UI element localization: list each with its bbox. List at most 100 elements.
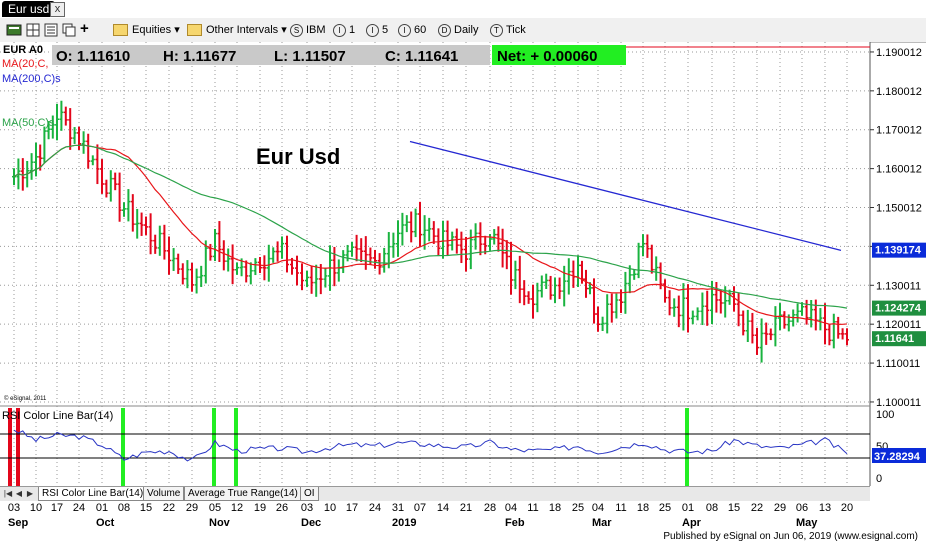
rsi-legend[interactable]: RSI Color Line Bar(14) <box>2 410 113 422</box>
date-tick-label: 26 <box>276 502 288 514</box>
chart-layout-icon[interactable] <box>6 22 25 38</box>
month-label: Dec <box>301 517 321 529</box>
copy-icon[interactable] <box>62 22 79 38</box>
close-icon[interactable]: x <box>50 2 65 17</box>
date-tick-label: 19 <box>254 502 266 514</box>
price-badge-label: 1.124274 <box>875 303 922 315</box>
rsi-oversold-marker <box>234 408 238 486</box>
folder-icon <box>113 24 128 37</box>
date-tick-label: 12 <box>231 502 243 514</box>
interval-button-daily[interactable]: D Daily <box>438 22 478 38</box>
month-label: Sep <box>8 517 28 529</box>
date-tick-label: 06 <box>796 502 808 514</box>
other-intervals-button[interactable]: Other Intervals ▾ <box>187 22 287 38</box>
date-tick-label: 21 <box>460 502 472 514</box>
equities-button[interactable]: Equities ▾ <box>113 22 180 38</box>
interval-button-60[interactable]: I 60 <box>398 22 426 38</box>
price-tick-label: 1.100011 <box>876 397 921 409</box>
prev-tab-icon[interactable]: ◀ <box>14 488 24 499</box>
date-tick-label: 18 <box>637 502 649 514</box>
ma50-legend[interactable]: MA(50,C)s <box>2 117 55 129</box>
interval-label: Daily <box>454 24 479 36</box>
date-tick-label: 03 <box>8 502 20 514</box>
date-tick-label: 05 <box>209 502 221 514</box>
date-tick-label: 29 <box>186 502 198 514</box>
quote-open: O: 1.11610 <box>56 48 130 65</box>
date-tick-label: 11 <box>615 502 626 514</box>
date-tick-label: 24 <box>369 502 381 514</box>
date-tick-label: 17 <box>51 502 63 514</box>
date-tick-label: 20 <box>841 502 853 514</box>
date-tick-label: 04 <box>592 502 604 514</box>
date-tick-label: 15 <box>728 502 740 514</box>
date-tick-label: 14 <box>437 502 449 514</box>
date-tick-label: 04 <box>505 502 517 514</box>
equities-label: Equities <box>132 24 172 36</box>
quote-low: L: 1.11507 <box>274 48 346 65</box>
date-tick-label: 01 <box>682 502 694 514</box>
ma200-legend[interactable]: MA(200,C)s <box>2 73 61 85</box>
chevron-down-icon: ▾ <box>174 24 180 36</box>
interval-key: D <box>438 23 451 37</box>
interval-label: 1 <box>349 24 356 36</box>
interval-label: IBM <box>306 24 326 36</box>
date-tick-label: 08 <box>118 502 130 514</box>
date-tick-label: 29 <box>774 502 786 514</box>
quote-close: C: 1.11641 <box>385 48 458 65</box>
interval-label: 60 <box>414 24 427 36</box>
interval-label: 5 <box>382 24 389 36</box>
rsi-last-value: 37.28294 <box>874 451 921 463</box>
date-tick-label: 01 <box>96 502 108 514</box>
date-tick-label: 22 <box>751 502 763 514</box>
next-tab-icon[interactable]: ▶ <box>25 488 35 499</box>
date-tick-label: 18 <box>549 502 561 514</box>
date-tick-label: 24 <box>73 502 85 514</box>
date-tick-label: 28 <box>484 502 496 514</box>
tab-volume[interactable]: Volume <box>143 487 185 501</box>
date-tick-label: 10 <box>30 502 42 514</box>
other-intervals-label: Other Intervals <box>206 24 279 36</box>
ma20-legend[interactable]: MA(20,C, <box>2 58 48 70</box>
footer: Published by eSignal on Jun 06, 2019 (ww… <box>0 529 926 545</box>
price-chart[interactable]: 1.190012 1.180012 1.170012 1.160012 1.150012… <box>0 42 926 486</box>
month-label: 2019 <box>392 517 416 529</box>
tab-atr[interactable]: Average True Range(14) <box>184 487 302 501</box>
month-label: May <box>796 517 818 529</box>
price-tick-label: 1.160012 <box>876 164 922 176</box>
chevron-down-icon: ▾ <box>281 24 287 36</box>
rsi-oversold-marker <box>121 408 125 486</box>
date-tick-label: 31 <box>392 502 404 514</box>
date-tick-label: 03 <box>301 502 313 514</box>
published-note: Published by eSignal on Jun 06, 2019 (ww… <box>663 531 918 542</box>
price-tick-label: 1.130011 <box>876 280 921 292</box>
date-tick-label: 25 <box>572 502 584 514</box>
interval-button-1[interactable]: I1 <box>333 22 355 38</box>
price-tick-label: 1.120011 <box>876 319 921 331</box>
interval-button-ibm[interactable]: S IBM <box>290 22 326 38</box>
interval-button-5[interactable]: I5 <box>366 22 388 38</box>
month-label: Apr <box>682 517 702 529</box>
grid-icon[interactable] <box>26 22 43 38</box>
tab-oi[interactable]: OI <box>300 487 319 501</box>
quote-net: Net: + 0.00060 <box>497 48 597 65</box>
add-icon[interactable]: + <box>80 21 89 38</box>
tab-rsi[interactable]: RSI Color Line Bar(14) <box>38 487 148 501</box>
chart-annotation: Eur Usd <box>256 144 340 169</box>
month-label: Oct <box>96 517 115 529</box>
interval-label: Tick <box>506 24 526 36</box>
copyright-text: © eSignal, 2011 <box>4 395 47 402</box>
rsi-tick-0: 0 <box>876 473 882 485</box>
list-icon[interactable] <box>44 22 61 38</box>
window-title[interactable]: Eur usd <box>2 1 56 17</box>
interval-key: I <box>366 23 379 37</box>
price-tick-label: 1.170012 <box>876 125 922 137</box>
date-tick-label: 17 <box>346 502 358 514</box>
rsi-oversold-marker <box>685 408 689 486</box>
interval-button-tick[interactable]: T Tick <box>490 22 526 38</box>
price-tick-label: 1.180012 <box>876 86 922 98</box>
first-tab-icon[interactable]: |◀ <box>3 488 13 499</box>
date-tick-label: 07 <box>414 502 426 514</box>
toolbar: + Equities ▾ Other Intervals ▾ S IBM I1 I… <box>0 18 926 43</box>
rsi-oversold-marker <box>212 408 216 486</box>
price-tick-label: 1.110011 <box>876 358 920 370</box>
